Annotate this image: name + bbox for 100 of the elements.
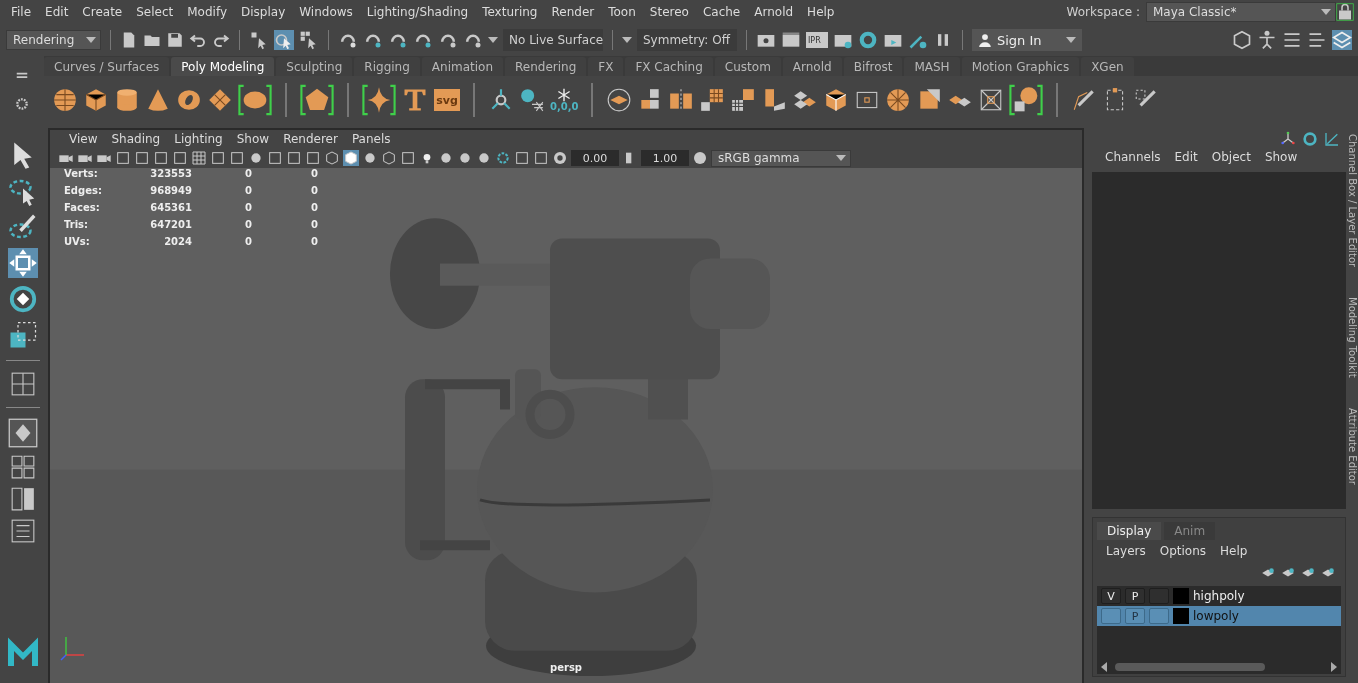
lock-icon[interactable]: [1336, 3, 1354, 21]
menu-item[interactable]: Display: [234, 5, 293, 19]
layer-row[interactable]: P lowpoly: [1097, 606, 1341, 626]
settings-icon[interactable]: [15, 97, 29, 111]
shelf-tab[interactable]: Rendering: [505, 57, 587, 76]
channel-box-menu-item[interactable]: Object: [1204, 150, 1258, 168]
shelf-tab[interactable]: Curves / Surfaces: [44, 57, 170, 76]
menu-item[interactable]: Cache: [695, 5, 748, 19]
shelf-tab[interactable]: Animation: [421, 57, 503, 76]
outliner-icon[interactable]: [10, 518, 36, 544]
side-tab[interactable]: Channel Box / Layer Editor: [1346, 134, 1358, 268]
display-type-toggle[interactable]: [1149, 608, 1169, 624]
layer-menu-item[interactable]: Options: [1152, 544, 1214, 562]
move-tool-icon[interactable]: [8, 248, 38, 278]
gamma-field[interactable]: 1.00: [641, 150, 689, 166]
scale-tool-icon[interactable]: [8, 320, 38, 350]
layout-icon[interactable]: [10, 454, 36, 480]
shelf-tab[interactable]: Sculpting: [276, 57, 353, 76]
panel-menu-item[interactable]: View: [62, 132, 105, 146]
plane-icon[interactable]: [207, 87, 233, 113]
panel-menu-item[interactable]: Shading: [104, 132, 168, 146]
caret-icon[interactable]: [86, 37, 96, 43]
caret-icon[interactable]: [1321, 9, 1331, 15]
layer-color-swatch[interactable]: [1173, 588, 1189, 604]
sphere-grid-icon[interactable]: [1009, 83, 1044, 117]
svg-tool-icon[interactable]: svg: [434, 89, 460, 111]
visibility-toggle[interactable]: V: [1101, 588, 1121, 604]
side-tab[interactable]: Modeling Toolkit: [1346, 297, 1358, 378]
list-icon[interactable]: [1282, 30, 1302, 50]
save-icon[interactable]: [166, 31, 184, 49]
rotate-tool-icon[interactable]: [8, 284, 38, 314]
live-surface-field[interactable]: No Live Surface: [503, 29, 603, 51]
ring-icon[interactable]: [1302, 131, 1318, 147]
side-tab[interactable]: Attribute Editor: [1346, 407, 1358, 485]
polygon-icon[interactable]: [300, 83, 334, 117]
square-icon[interactable]: [267, 150, 283, 166]
cylinder-icon[interactable]: [114, 87, 140, 113]
menu-item[interactable]: File: [4, 5, 39, 19]
select-mode-icon[interactable]: [274, 30, 294, 50]
aperture-icon[interactable]: [552, 150, 568, 166]
scroll-right-icon[interactable]: [1331, 662, 1337, 672]
layer-menu-item[interactable]: Layers: [1099, 544, 1153, 562]
menu-item[interactable]: Help: [800, 5, 842, 19]
channel-box-menu-item[interactable]: Channels: [1098, 150, 1168, 168]
ring-icon[interactable]: [495, 150, 511, 166]
disc-icon[interactable]: [238, 83, 272, 117]
grid-icon[interactable]: [191, 150, 207, 166]
square-icon[interactable]: [305, 150, 321, 166]
square-icon[interactable]: [229, 150, 245, 166]
figure-icon[interactable]: [1257, 30, 1277, 50]
wheel-icon[interactable]: [885, 87, 912, 113]
shelf-tab[interactable]: Poly Modeling: [171, 57, 275, 76]
menu-item[interactable]: Stereo: [642, 5, 696, 19]
symmetry-field[interactable]: Symmetry: Off: [637, 29, 737, 51]
layer-editor-tab[interactable]: Display: [1097, 522, 1162, 540]
ipr-render-icon[interactable]: IPR: [806, 32, 828, 48]
square-icon[interactable]: [514, 150, 530, 166]
menu-item[interactable]: Create: [75, 5, 130, 19]
menu-item[interactable]: Arnold: [747, 5, 801, 19]
circle-icon[interactable]: [438, 150, 454, 166]
sphere-icon[interactable]: [476, 150, 492, 166]
layer-color-swatch[interactable]: [1173, 608, 1189, 624]
shelf-tab[interactable]: Arnold: [782, 57, 842, 76]
color-space-dropdown[interactable]: sRGB gamma: [711, 149, 851, 167]
shelf-tab[interactable]: XGen: [1081, 57, 1134, 76]
caret-icon[interactable]: [836, 155, 846, 161]
menu-item[interactable]: Toon: [601, 5, 643, 19]
clapperboard-icon[interactable]: [781, 30, 801, 50]
menu-item[interactable]: Windows: [292, 5, 360, 19]
shelf-tab[interactable]: Motion Graphics: [961, 57, 1080, 76]
scrollbar-thumb[interactable]: [1115, 663, 1265, 671]
workspace-dropdown[interactable]: Maya Classic*: [1146, 2, 1336, 22]
layout-icon[interactable]: [10, 486, 36, 512]
exposure-field[interactable]: 0.00: [571, 150, 619, 166]
cube-icon[interactable]: [83, 87, 109, 113]
circle-icon[interactable]: [248, 150, 264, 166]
menu-set-dropdown[interactable]: Rendering: [6, 30, 101, 50]
layout-icon[interactable]: [8, 418, 38, 448]
grid-icon[interactable]: [730, 87, 757, 113]
panel-menu-item[interactable]: Lighting: [167, 132, 230, 146]
caret-icon[interactable]: [488, 37, 498, 43]
visibility-toggle[interactable]: [1101, 608, 1121, 624]
shelf-tab[interactable]: FX Caching: [625, 57, 713, 76]
sphere-icon[interactable]: [362, 150, 378, 166]
panel-menu-item[interactable]: Panels: [344, 132, 398, 146]
shelf-tab[interactable]: FX: [588, 57, 624, 76]
scroll-left-icon[interactable]: [1101, 662, 1107, 672]
shelf-tab[interactable]: Bifrost: [843, 57, 903, 76]
menu-item[interactable]: Select: [129, 5, 181, 19]
grid-icon[interactable]: [699, 87, 726, 113]
sphere-icon[interactable]: [52, 87, 78, 113]
caret-icon[interactable]: [622, 37, 632, 43]
list-icon[interactable]: [1307, 30, 1327, 50]
sign-in-button[interactable]: Sign In: [972, 29, 1082, 51]
cone-icon[interactable]: [145, 87, 171, 113]
menu-item[interactable]: Lighting/Shading: [359, 5, 476, 19]
menu-item[interactable]: Modify: [180, 5, 234, 19]
torus-icon[interactable]: [176, 87, 202, 113]
star-icon[interactable]: [362, 83, 396, 117]
shelf-tab[interactable]: MASH: [904, 57, 960, 76]
